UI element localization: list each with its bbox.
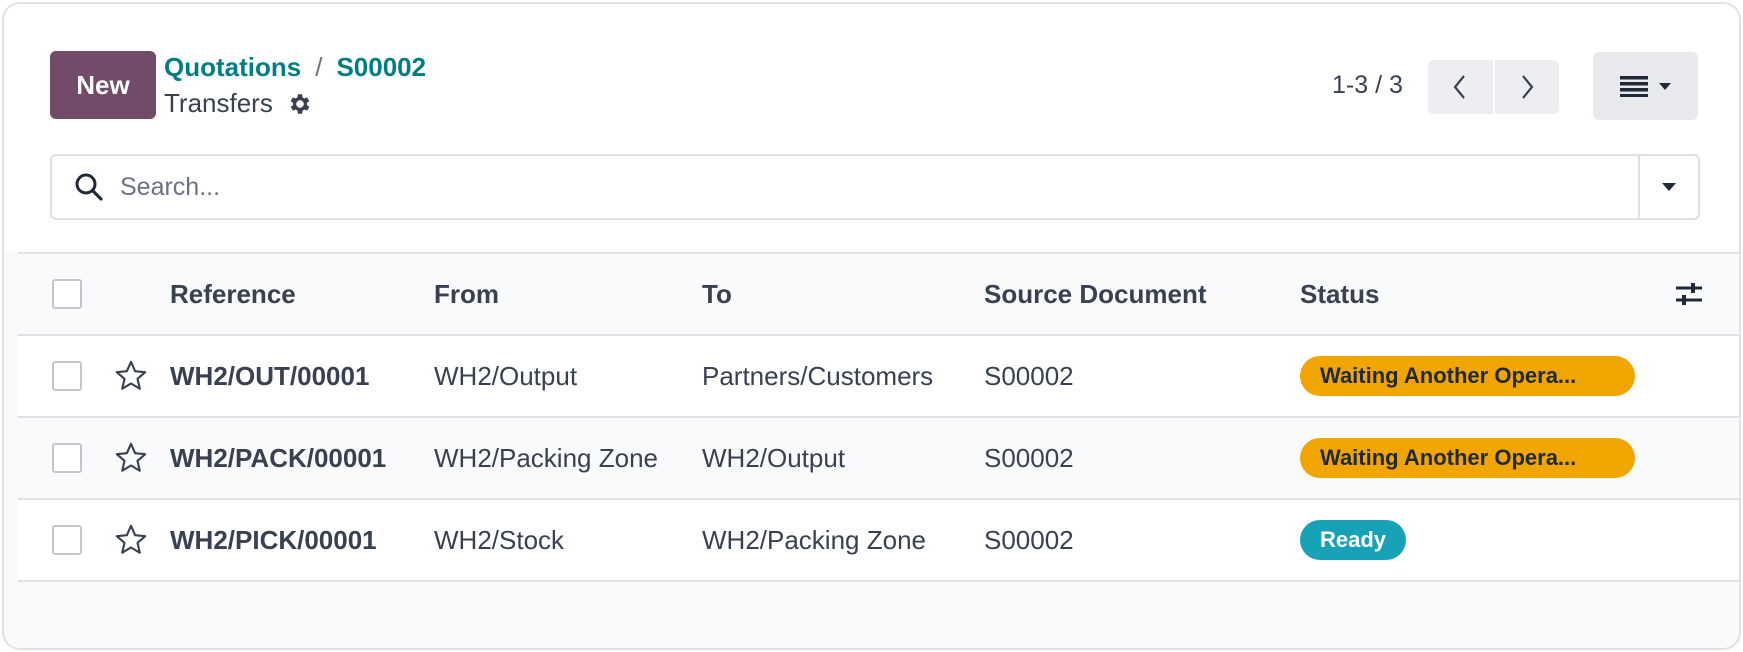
search-options-toggle[interactable] (1638, 156, 1698, 218)
column-header-reference[interactable]: Reference (170, 254, 296, 334)
select-all-checkbox[interactable] (52, 279, 82, 309)
star-icon[interactable] (113, 441, 149, 475)
row-select-cell (52, 336, 84, 416)
search-icon (74, 172, 104, 202)
table-header-row: Reference From To Source Document Status (18, 252, 1739, 336)
breadcrumb: Quotations / S00002 (164, 52, 426, 83)
pager-navigation (1428, 60, 1559, 114)
control-panel: New Quotations / S00002 Transfers 1-3 / … (4, 4, 1739, 252)
status-badge: Waiting Another Opera... (1300, 438, 1635, 478)
cell-to: WH2/Packing Zone (702, 524, 926, 555)
row-select-cell (52, 418, 84, 498)
optional-columns-toggle[interactable] (1674, 254, 1708, 334)
new-button[interactable]: New (50, 51, 156, 119)
favorite-cell (113, 418, 153, 498)
row-select-cell (52, 500, 84, 580)
optional-columns-icon (1676, 283, 1702, 305)
view-switcher-button[interactable] (1593, 52, 1698, 120)
table-row[interactable]: WH2/PACK/00001 WH2/Packing Zone WH2/Outp… (18, 418, 1739, 500)
pager-next-button[interactable] (1492, 60, 1559, 114)
column-header-to[interactable]: To (702, 254, 732, 334)
cell-from: WH2/Output (434, 360, 578, 391)
cell-reference: WH2/PACK/00001 (170, 442, 387, 473)
pager-value[interactable]: 1-3 / 3 (1332, 71, 1403, 100)
chevron-left-icon (1453, 75, 1466, 99)
page-title: Transfers (164, 88, 273, 118)
page-title-row: Transfers (164, 88, 313, 119)
cell-status: Ready (1300, 500, 1407, 580)
chevron-right-icon (1521, 75, 1534, 99)
cell-to: WH2/Output (702, 442, 846, 473)
row-checkbox[interactable] (52, 525, 82, 555)
cell-to: Partners/Customers (702, 360, 934, 391)
star-icon[interactable] (113, 359, 149, 393)
breadcrumb-quotations-link[interactable]: Quotations (164, 52, 301, 83)
column-header-source-document[interactable]: Source Document (984, 254, 1207, 334)
search-bar (50, 154, 1700, 220)
select-all-cell (52, 254, 84, 334)
cell-from: WH2/Packing Zone (434, 442, 658, 473)
gear-icon[interactable] (287, 91, 313, 117)
cell-from: WH2/Stock (434, 524, 565, 555)
row-checkbox[interactable] (52, 361, 82, 391)
favorite-cell (113, 500, 153, 580)
cell-status: Waiting Another Opera... (1300, 418, 1635, 498)
cell-source-document: S00002 (984, 524, 1074, 555)
transfers-table: Reference From To Source Document Status… (18, 252, 1739, 582)
list-view-icon (1619, 76, 1648, 97)
cell-reference: WH2/OUT/00001 (170, 360, 370, 391)
table-row[interactable]: WH2/OUT/00001 WH2/Output Partners/Custom… (18, 336, 1739, 418)
column-header-status[interactable]: Status (1300, 254, 1379, 334)
status-badge: Ready (1300, 520, 1407, 560)
favorite-cell (113, 336, 153, 416)
row-checkbox[interactable] (52, 443, 82, 473)
star-icon[interactable] (113, 523, 149, 557)
caret-down-icon (1658, 83, 1671, 90)
search-input[interactable] (120, 156, 1638, 218)
cell-status: Waiting Another Opera... (1300, 336, 1635, 416)
column-header-from[interactable]: From (434, 254, 499, 334)
cell-reference: WH2/PICK/00001 (170, 524, 377, 555)
breadcrumb-record-link[interactable]: S00002 (336, 52, 426, 83)
breadcrumb-separator: / (315, 52, 323, 82)
caret-down-icon (1662, 183, 1676, 191)
cell-source-document: S00002 (984, 360, 1074, 391)
table-row[interactable]: WH2/PICK/00001 WH2/Stock WH2/Packing Zon… (18, 500, 1739, 582)
status-badge: Waiting Another Opera... (1300, 356, 1635, 396)
pager-previous-button[interactable] (1428, 60, 1493, 114)
cell-source-document: S00002 (984, 442, 1074, 473)
app-frame: New Quotations / S00002 Transfers 1-3 / … (2, 2, 1741, 650)
